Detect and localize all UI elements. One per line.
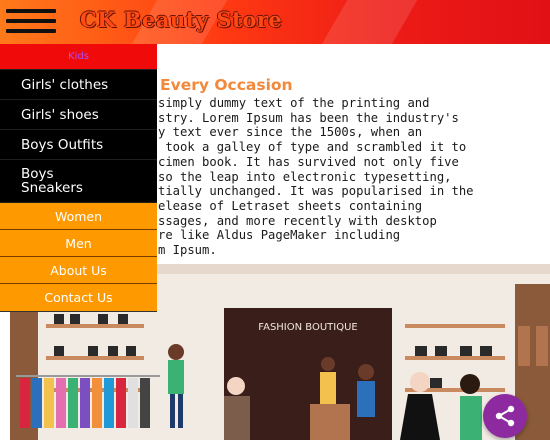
sidebar-item-label: Men — [65, 235, 92, 251]
sidebar-item-about-us[interactable]: About Us — [0, 257, 157, 284]
sidebar-item-contact-us[interactable]: Contact Us — [0, 284, 157, 312]
sidebar-menu: Kids Girls' clothes Girls' shoes Boys Ou… — [0, 44, 157, 314]
sidebar-item-men[interactable]: Men — [0, 230, 157, 257]
sidebar-item-label: Girls' shoes — [21, 106, 99, 123]
sidebar-item-label: Boys Sneakers — [21, 166, 83, 196]
sidebar-item-kids[interactable]: Kids — [0, 44, 157, 70]
sidebar-item-boys-sneakers[interactable]: Boys Sneakers — [0, 160, 157, 203]
header-decoration — [301, 0, 429, 44]
site-header: CK Beauty Store — [0, 0, 550, 44]
share-button[interactable] — [483, 394, 527, 438]
sidebar-item-label: Women — [54, 208, 103, 224]
sidebar-item-label: Contact Us — [44, 290, 113, 305]
boutique-sign: FASHION BOUTIQUE — [258, 322, 357, 333]
sidebar-item-boys-outfits[interactable]: Boys Outfits — [0, 130, 157, 160]
sidebar-item-women[interactable]: Women — [0, 203, 157, 230]
sidebar-item-label: About Us — [50, 262, 107, 278]
store-title: CK Beauty Store — [80, 7, 283, 32]
hamburger-menu-icon[interactable] — [6, 9, 56, 35]
sidebar-item-label: Boys Outfits — [21, 136, 104, 153]
sidebar-item-girls-shoes[interactable]: Girls' shoes — [0, 100, 157, 130]
sidebar-item-girls-clothes[interactable]: Girls' clothes — [0, 70, 157, 100]
article-title: Every Occasion — [160, 76, 293, 94]
share-icon — [495, 405, 515, 427]
sidebar-item-label: Girls' clothes — [21, 76, 109, 93]
